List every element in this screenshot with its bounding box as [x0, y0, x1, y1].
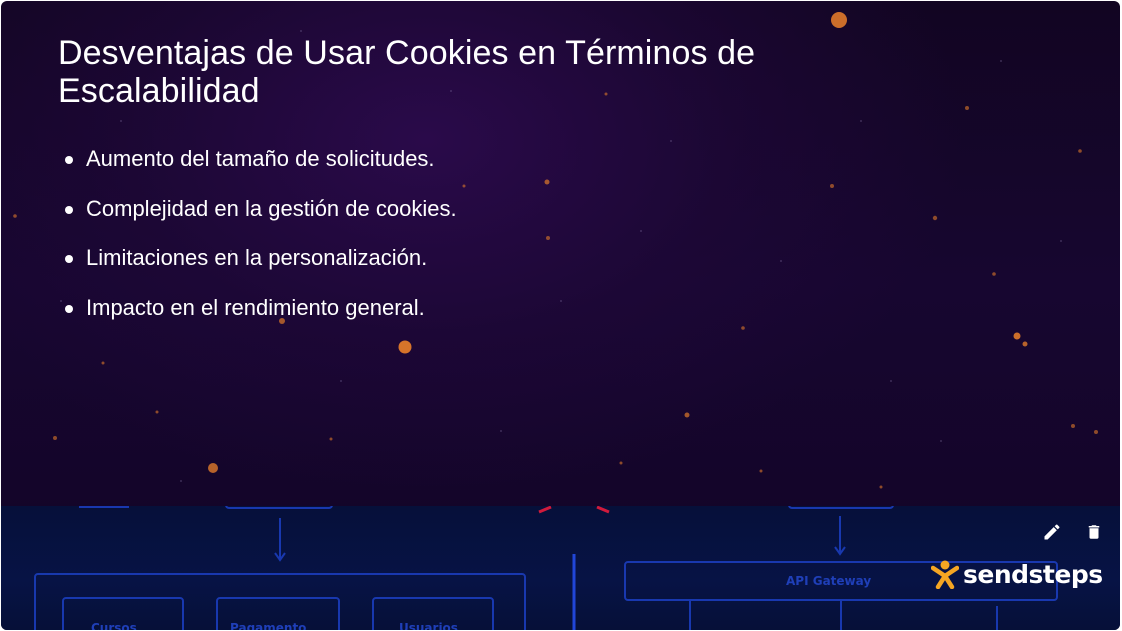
bullet-text: Aumento del tamaño de solicitudes.: [86, 146, 435, 171]
bullet-text: Limitaciones en la personalización.: [86, 245, 428, 270]
diagram-gateway-label: API Gateway: [786, 574, 871, 588]
sendsteps-logo: sendsteps: [931, 557, 1103, 591]
diagram-box-label: Cursos: [91, 621, 137, 630]
slide-canvas: API Gateway Cursos Pagamento Usuarios De…: [1, 1, 1120, 630]
bullet-item: Complejidad en la gestión de cookies.: [65, 191, 457, 241]
edit-slide-button[interactable]: [1039, 519, 1065, 545]
sendsteps-person-icon: [931, 560, 959, 589]
delete-slide-button[interactable]: [1081, 519, 1107, 545]
diagram-box-label: Pagamento: [230, 621, 306, 630]
bullet-dot-icon: [65, 205, 73, 214]
bullet-item: Impacto en el rendimiento general.: [65, 290, 457, 340]
bullet-list: Aumento del tamaño de solicitudes. Compl…: [65, 141, 457, 339]
brand-name: sendsteps: [963, 559, 1103, 589]
slide-title: Desventajas de Usar Cookies en Términos …: [58, 34, 756, 110]
trash-icon: [1088, 525, 1100, 539]
bullet-dot-icon: [65, 255, 73, 263]
diagram-box-label: Usuarios: [399, 621, 458, 630]
bullet-item: Aumento del tamaño de solicitudes.: [65, 141, 457, 191]
bullet-text: Impacto en el rendimiento general.: [86, 294, 425, 320]
bullet-dot-icon: [65, 304, 73, 313]
bullet-dot-icon: [65, 156, 73, 164]
bullet-text: Complejidad en la gestión de cookies.: [86, 195, 457, 221]
bullet-item: Limitaciones en la personalización.: [65, 240, 457, 290]
pencil-icon: [1044, 524, 1060, 540]
